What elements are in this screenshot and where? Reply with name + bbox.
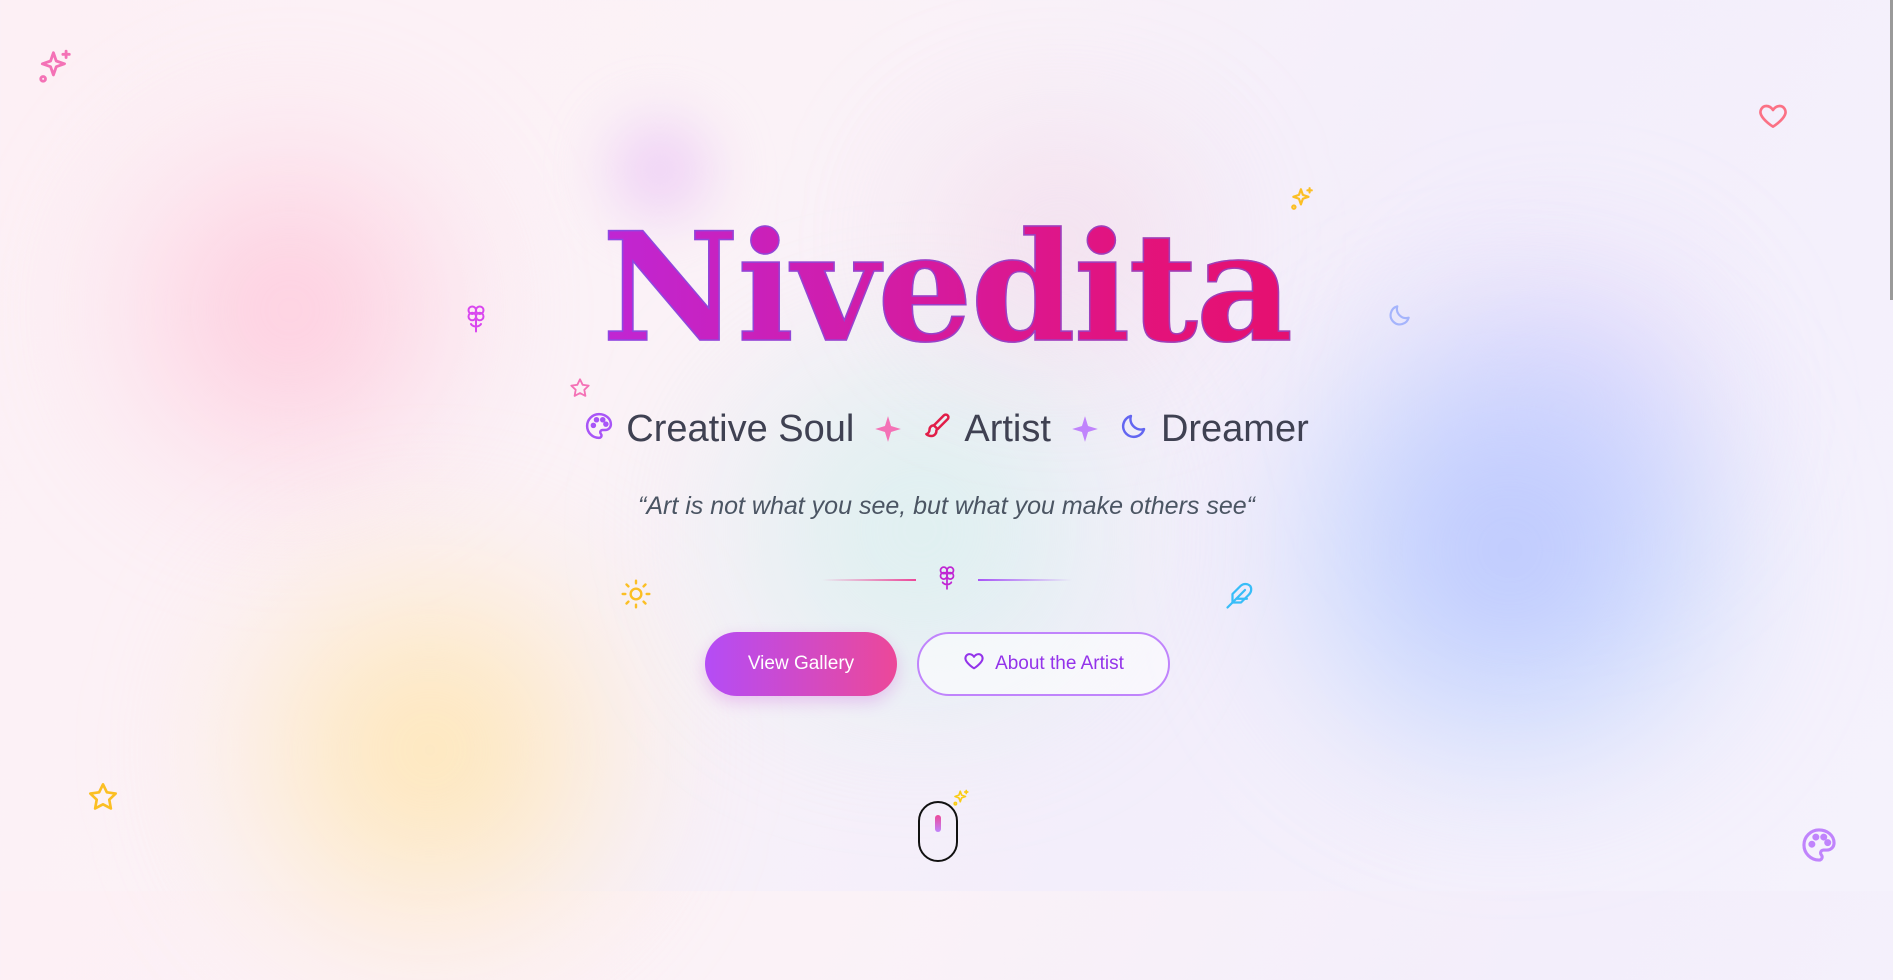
star-icon (87, 781, 119, 813)
sparkles-icon (36, 48, 74, 86)
tagline-label: Creative Soul (626, 407, 855, 450)
divider-line (821, 579, 916, 581)
tagline-item-creative-soul: Creative Soul (584, 408, 854, 451)
tagline-item-dreamer: Dreamer (1119, 408, 1309, 451)
heart-icon (1757, 100, 1789, 132)
palette-icon (584, 408, 614, 451)
hero-quote: “Art is not what you see, but what you m… (638, 492, 1255, 520)
sparkle-separator-icon (874, 415, 902, 443)
divider-line (977, 579, 1072, 581)
tagline-label: Artist (964, 407, 1051, 450)
moon-icon (1119, 408, 1149, 451)
sparkle-separator-icon (1071, 415, 1099, 443)
flower-icon (936, 565, 958, 596)
hero-title: Nivedita (0, 207, 1893, 369)
tagline: Creative Soul Artist Dreamer (0, 403, 1893, 455)
about-the-artist-label: About the Artist (995, 653, 1124, 674)
ornamental-divider (0, 565, 1893, 596)
star-icon (569, 377, 591, 399)
background-blob-blue (1220, 300, 1800, 800)
paintbrush-icon (922, 408, 952, 451)
palette-icon (1800, 826, 1838, 864)
tagline-label: Dreamer (1160, 407, 1309, 450)
tagline-item-artist: Artist (922, 408, 1051, 451)
heart-icon (963, 650, 985, 678)
mouse-wheel (935, 815, 941, 832)
view-gallery-label: View Gallery (747, 653, 855, 674)
sparkles-icon (952, 789, 970, 807)
view-gallery-button[interactable]: View Gallery (705, 632, 897, 696)
scroll-down-indicator[interactable] (918, 801, 958, 862)
about-the-artist-button[interactable]: About the Artist (917, 632, 1170, 696)
